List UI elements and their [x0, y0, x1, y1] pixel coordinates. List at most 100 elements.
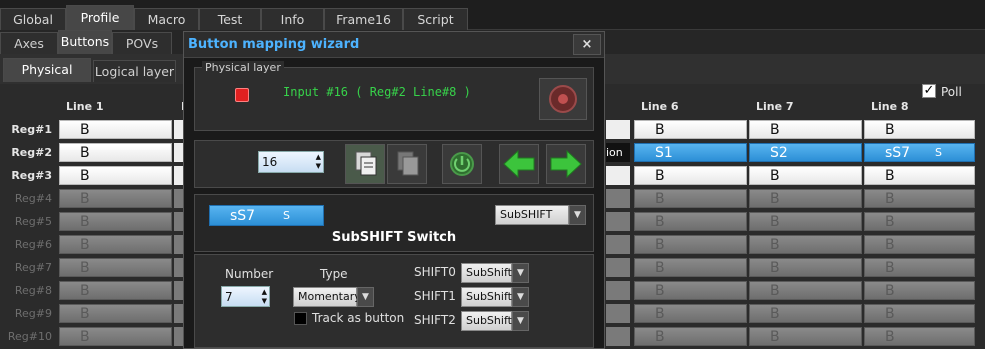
- grid-cell[interactable]: B: [634, 235, 747, 254]
- grid-cell[interactable]: B: [59, 166, 172, 185]
- grid-cell[interactable]: B: [749, 304, 862, 323]
- grid-cell[interactable]: B: [864, 304, 975, 323]
- tab-macro[interactable]: Macro: [134, 8, 199, 30]
- grid-cell[interactable]: B: [749, 235, 862, 254]
- close-button[interactable]: ×: [573, 34, 601, 55]
- grid-cell[interactable]: B: [59, 189, 172, 208]
- function-type-select[interactable]: SubSHIFT ▼: [495, 205, 586, 225]
- grid-cell[interactable]: B: [864, 189, 975, 208]
- reset-button[interactable]: [442, 144, 482, 184]
- tab-script[interactable]: Script: [403, 8, 468, 30]
- grid-cell[interactable]: B: [59, 235, 172, 254]
- grid-cell[interactable]: B: [59, 143, 172, 162]
- shift1-label: SHIFT1: [414, 289, 456, 303]
- row-label: Reg#9: [14, 307, 52, 320]
- partial-cell: [174, 189, 183, 349]
- grid-cell[interactable]: B: [634, 258, 747, 277]
- grid-cell[interactable]: B: [59, 304, 172, 323]
- previous-button[interactable]: [499, 144, 539, 184]
- tab-physical-layer[interactable]: Physical layer: [3, 58, 91, 98]
- grid-cell[interactable]: B: [749, 212, 862, 231]
- input-indicator: [235, 88, 249, 102]
- grid-cell[interactable]: B: [59, 327, 172, 346]
- physical-layer-label: Physical layer: [202, 61, 284, 74]
- spinner-arrows-icon: ▲ ▼: [315, 153, 321, 170]
- subtab-povs[interactable]: POVs: [112, 32, 172, 54]
- row-label: Reg#6: [14, 238, 52, 251]
- partial-cell: [606, 120, 630, 139]
- grid-cell[interactable]: B: [634, 281, 747, 300]
- partial-cell: [606, 189, 630, 349]
- column-header-line7: Line 7: [756, 100, 794, 113]
- tab-profile[interactable]: Profile: [66, 5, 134, 31]
- grid-cell[interactable]: B: [749, 281, 862, 300]
- shift2-label: SHIFT2: [414, 313, 456, 327]
- grid-cell[interactable]: B: [59, 212, 172, 231]
- tab-logical-layer[interactable]: Logical layer: [93, 60, 176, 82]
- chevron-down-icon: ▼: [569, 205, 586, 225]
- spinner-value: 16: [262, 155, 278, 169]
- shift2-select[interactable]: SubShift ▼: [461, 311, 529, 331]
- mapping-title: SubSHIFT Switch: [331, 230, 457, 245]
- grid-cell[interactable]: B: [864, 327, 975, 346]
- grid-cell[interactable]: B: [749, 327, 862, 346]
- grid-cell[interactable]: B: [864, 120, 975, 139]
- tab-frame16[interactable]: Frame16: [324, 8, 403, 30]
- input-number-spinner[interactable]: 16 ▲ ▼: [258, 151, 324, 173]
- copy-button[interactable]: [345, 144, 385, 184]
- partial-cell: [174, 143, 183, 162]
- grid-cell[interactable]: B: [864, 258, 975, 277]
- grid-cell[interactable]: B: [749, 166, 862, 185]
- track-as-button-checkbox[interactable]: [294, 312, 307, 325]
- grid-cell[interactable]: B: [749, 258, 862, 277]
- tab-info[interactable]: Info: [261, 8, 324, 30]
- grid-cell[interactable]: B: [634, 327, 747, 346]
- grid-cell[interactable]: B: [634, 212, 747, 231]
- grid-cell[interactable]: S2: [749, 143, 862, 162]
- partial-cell: [174, 166, 183, 185]
- shift1-select[interactable]: SubShift ▼: [461, 287, 529, 307]
- grid-cell[interactable]: B: [634, 304, 747, 323]
- paste-button[interactable]: [387, 144, 427, 184]
- chevron-down-icon: ▼: [357, 287, 374, 307]
- grid-cell[interactable]: B: [864, 212, 975, 231]
- grid-cell[interactable]: B: [59, 258, 172, 277]
- row-label: Reg#10: [7, 330, 52, 343]
- mapping-badge: S: [283, 209, 290, 222]
- grid-cell[interactable]: B: [864, 235, 975, 254]
- shift0-select[interactable]: SubShift ▼: [461, 263, 529, 283]
- subtab-buttons[interactable]: Buttons: [58, 30, 112, 54]
- poll-checkbox[interactable]: ✓: [922, 84, 936, 98]
- tab-test[interactable]: Test: [199, 8, 261, 30]
- row-label: Reg#4: [14, 192, 52, 205]
- tab-global[interactable]: Global: [0, 8, 66, 30]
- chevron-down-icon: ▼: [512, 263, 529, 283]
- row-label: Reg#8: [14, 284, 52, 297]
- grid-cell[interactable]: B: [634, 120, 747, 139]
- arrow-right-icon: [550, 149, 582, 179]
- spinner-arrows-icon: ▲ ▼: [261, 288, 267, 305]
- shift0-value: SubShift: [466, 266, 512, 279]
- target-icon: [549, 85, 577, 113]
- detect-button[interactable]: [539, 78, 587, 120]
- grid-cell[interactable]: B: [59, 281, 172, 300]
- grid-cell[interactable]: B: [749, 189, 862, 208]
- row-label: Reg#3: [11, 169, 52, 182]
- grid-cell[interactable]: B: [864, 166, 975, 185]
- grid-cell[interactable]: S1: [634, 143, 747, 162]
- grid-cell[interactable]: B: [634, 166, 747, 185]
- grid-cell[interactable]: B: [634, 189, 747, 208]
- arrow-left-icon: [503, 149, 535, 179]
- type-select[interactable]: Momentary ▼: [293, 287, 374, 307]
- grid-cell[interactable]: B: [59, 120, 172, 139]
- column-header-line6: Line 6: [641, 100, 679, 113]
- row-label: Reg#1: [11, 123, 52, 136]
- subtab-axes[interactable]: Axes: [0, 32, 58, 54]
- number-spinner[interactable]: 7 ▲ ▼: [221, 286, 270, 307]
- function-type-value: SubSHIFT: [500, 208, 553, 221]
- next-button[interactable]: [546, 144, 586, 184]
- grid-cell[interactable]: B: [749, 120, 862, 139]
- grid-cell-selected[interactable]: sS7 S: [864, 143, 975, 162]
- shift0-label: SHIFT0: [414, 265, 456, 279]
- grid-cell[interactable]: B: [864, 281, 975, 300]
